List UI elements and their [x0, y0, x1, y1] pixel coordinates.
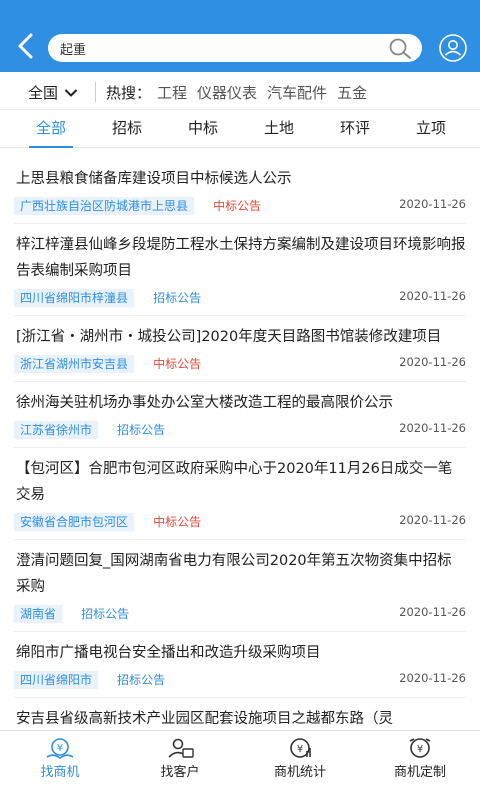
divider — [95, 82, 96, 102]
location-tag: 浙江省湖州市安吉县 — [14, 355, 135, 373]
item-title: [浙江省・湖州市・城投公司]2020年度天目路图书馆装修改建项目 — [16, 329, 442, 345]
notice-type: 招标公告 — [117, 423, 166, 437]
user-profile-button[interactable] — [438, 33, 468, 63]
list-item[interactable]: 徐州海关驻机场办事处办公室大楼改造工程的最高限价公示 江苏省徐州市 招标公告 2… — [14, 382, 466, 448]
publish-date: 2020-11-26 — [399, 421, 466, 435]
yen-hand-icon: ¥ — [46, 738, 74, 759]
list-item[interactable]: 澄清问题回复_国网湖南省电力有限公司2020年第五次物资集中招标采购 湖南省 招… — [14, 540, 466, 632]
tab-all[interactable]: 全部 — [21, 110, 81, 148]
notice-type: 招标公告 — [117, 673, 166, 687]
location-tag: 湖南省 — [14, 605, 63, 623]
publish-date: 2020-11-26 — [399, 197, 466, 211]
nav-find-opportunity[interactable]: ¥ 找商机 — [0, 731, 120, 800]
nav-label: 商机统计 — [273, 765, 326, 780]
search-box[interactable] — [48, 34, 422, 62]
list-item[interactable]: [浙江省・湖州市・城投公司]2020年度天目路图书馆装修改建项目 浙江省湖州市安… — [14, 316, 466, 382]
nav-label: 找客户 — [160, 765, 200, 780]
list-item[interactable]: 上思县粮食储备库建设项目中标候选人公示 广西壮族自治区防城港市上思县 中标公告 … — [14, 158, 466, 224]
item-title: 安吉县省级高新技术产业园区配套设施项目之越都东路（灵 — [16, 711, 393, 727]
list-item[interactable]: 梓江梓潼县仙峰乡段堤防工程水土保持方案编制及建设项目环境影响报告表编制采购项目 … — [14, 224, 466, 316]
location-tag: 江苏省徐州市 — [14, 421, 99, 439]
item-title: 澄清问题回复_国网湖南省电力有限公司2020年第五次物资集中招标采购 — [16, 553, 452, 595]
customer-icon — [168, 738, 194, 758]
region-selector[interactable]: 全国 — [28, 82, 78, 103]
tab-land[interactable]: 土地 — [249, 110, 309, 148]
notice-type: 中标公告 — [213, 199, 262, 213]
hot-search-label: 热搜： — [106, 84, 152, 102]
svg-text:¥: ¥ — [297, 744, 303, 755]
filter-bar: 全国 热搜： 工程 仪器仪表 汽车配件 五金 — [0, 72, 480, 110]
location-tag: 安徽省合肥市包河区 — [14, 513, 135, 531]
top-bar — [0, 0, 480, 72]
hot-search: 热搜： 工程 仪器仪表 汽车配件 五金 — [106, 82, 377, 103]
hot-search-item[interactable]: 五金 — [337, 82, 367, 103]
nav-find-customer[interactable]: 找客户 — [120, 731, 240, 800]
nav-opportunity-custom[interactable]: ¥ 商机定制 — [360, 731, 480, 800]
nav-label: 商机定制 — [393, 765, 446, 780]
nav-opportunity-stats[interactable]: ¥ 商机统计 — [240, 731, 360, 800]
search-input[interactable] — [60, 34, 380, 62]
tab-bidding[interactable]: 招标 — [97, 110, 157, 148]
item-title: 梓江梓潼县仙峰乡段堤防工程水土保持方案编制及建设项目环境影响报告表编制采购项目 — [16, 237, 466, 279]
item-title: 【包河区】合肥市包河区政府采购中心于2020年11月26日成交一笔交易 — [16, 461, 453, 503]
notice-type: 中标公告 — [153, 357, 202, 371]
hot-search-item[interactable]: 仪器仪表 — [197, 82, 257, 103]
publish-date: 2020-11-26 — [399, 513, 466, 527]
category-tabs: 全部 招标 中标 土地 环评 立项 — [0, 110, 480, 148]
svg-text:¥: ¥ — [57, 743, 63, 754]
publish-date: 2020-11-26 — [399, 605, 466, 619]
publish-date: 2020-11-26 — [399, 289, 466, 303]
list-item[interactable]: 安吉县省级高新技术产业园区配套设施项目之越都东路（灵 — [14, 698, 466, 730]
back-button[interactable] — [10, 28, 40, 64]
opportunity-list: 上思县粮食储备库建设项目中标候选人公示 广西壮族自治区防城港市上思县 中标公告 … — [0, 158, 480, 730]
location-tag: 四川省绵阳市梓潼县 — [14, 289, 135, 307]
nav-label: 找商机 — [40, 765, 80, 780]
region-label: 全国 — [28, 84, 59, 102]
svg-text:¥: ¥ — [417, 744, 423, 755]
list-item[interactable]: 【包河区】合肥市包河区政府采购中心于2020年11月26日成交一笔交易 安徽省合… — [14, 448, 466, 540]
search-icon[interactable] — [388, 37, 412, 59]
item-title: 徐州海关驻机场办事处办公室大楼改造工程的最高限价公示 — [16, 395, 393, 411]
custom-icon: ¥ — [409, 738, 431, 758]
tab-eia[interactable]: 环评 — [325, 110, 385, 148]
notice-type: 招标公告 — [81, 607, 130, 621]
location-tag: 四川省绵阳市 — [14, 671, 99, 689]
publish-date: 2020-11-26 — [399, 355, 466, 369]
user-icon — [439, 34, 467, 62]
list-item[interactable]: 绵阳市广播电视台安全播出和改造升级采购项目 四川省绵阳市 招标公告 2020-1… — [14, 632, 466, 698]
stats-icon: ¥ — [290, 738, 311, 758]
tab-project[interactable]: 立项 — [401, 110, 461, 148]
back-arrow-icon — [18, 33, 33, 59]
publish-date: 2020-11-26 — [399, 671, 466, 685]
chevron-down-icon — [64, 88, 78, 97]
hot-search-item[interactable]: 工程 — [157, 82, 187, 103]
item-title: 绵阳市广播电视台安全播出和改造升级采购项目 — [16, 645, 321, 661]
item-title: 上思县粮食储备库建设项目中标候选人公示 — [16, 171, 292, 187]
hot-search-item[interactable]: 汽车配件 — [267, 82, 327, 103]
bottom-nav: ¥ 找商机 找客户 ¥ 商机统计 ¥ 商机定制 — [0, 730, 480, 800]
tab-winning[interactable]: 中标 — [173, 110, 233, 148]
notice-type: 中标公告 — [153, 515, 202, 529]
location-tag: 广西壮族自治区防城港市上思县 — [14, 197, 195, 215]
notice-type: 招标公告 — [153, 291, 202, 305]
